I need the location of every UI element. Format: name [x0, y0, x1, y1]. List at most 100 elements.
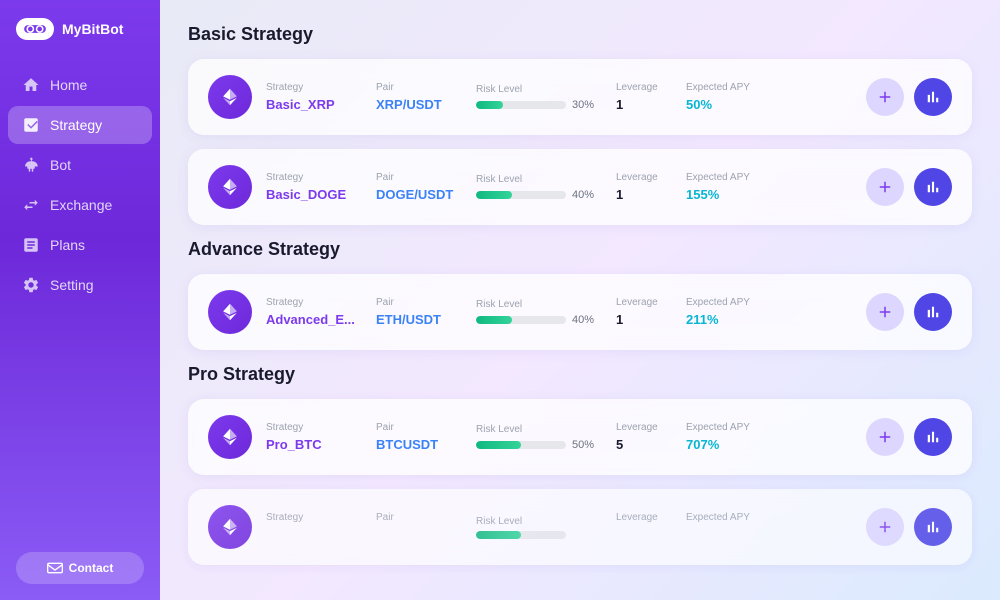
chart-button-pro-2[interactable] [914, 508, 952, 546]
card-actions-basic-doge [866, 168, 952, 206]
strategy-info-pro-btc: Strategy Pro_BTC [266, 422, 376, 452]
sidebar-item-home[interactable]: Home [8, 66, 152, 104]
add-button-advanced-eth[interactable] [866, 293, 904, 331]
card-actions-advanced-eth [866, 293, 952, 331]
card-actions-pro-2 [866, 508, 952, 546]
eth-logo-icon-pro2 [219, 516, 241, 538]
strategy-card-advanced-eth: Strategy Advanced_E... Pair ETH/USDT Ris… [188, 274, 972, 350]
chart-button-basic-doge[interactable] [914, 168, 952, 206]
card-cols-basic-doge: Pair DOGE/USDT Risk Level 40% Leverage 1… [376, 172, 866, 202]
contact-icon [47, 560, 63, 576]
strategy-info-basic-doge: Strategy Basic_DOGE [266, 172, 376, 202]
apy-col-basic-xrp: Expected APY 50% [686, 82, 766, 112]
risk-col-pro-btc: Risk Level 50% [476, 424, 616, 451]
strategy-info-basic-xrp: Strategy Basic_XRP [266, 82, 376, 112]
chart-button-pro-btc[interactable] [914, 418, 952, 456]
sidebar-nav: Home Strategy Bot Exchange [0, 58, 160, 552]
eth-icon-wrap-doge [208, 165, 252, 209]
chart-icon [924, 428, 942, 446]
eth-icon-wrap [208, 75, 252, 119]
chart-icon [924, 518, 942, 536]
sidebar: MyBitBot Home Strategy Bot [0, 0, 160, 600]
plus-icon [876, 428, 894, 446]
eth-icon-wrap-adv [208, 290, 252, 334]
chart-icon [924, 88, 942, 106]
pair-col-basic-xrp: Pair XRP/USDT [376, 82, 476, 112]
basic-strategy-title: Basic Strategy [188, 24, 972, 45]
strategy-card-basic-doge: Strategy Basic_DOGE Pair DOGE/USDT Risk … [188, 149, 972, 225]
bot-icon [22, 156, 40, 174]
add-button-basic-doge[interactable] [866, 168, 904, 206]
plans-icon [22, 236, 40, 254]
risk-col-advanced-eth: Risk Level 40% [476, 299, 616, 326]
risk-bar-basic-doge: 40% [476, 189, 616, 201]
plus-icon [876, 518, 894, 536]
leverage-col-basic-xrp: Leverage 1 [616, 82, 686, 112]
sidebar-item-setting[interactable]: Setting [8, 266, 152, 304]
sidebar-item-plans[interactable]: Plans [8, 226, 152, 264]
strategy-info-pro-2: Strategy [266, 512, 376, 542]
card-actions-pro-btc [866, 418, 952, 456]
progress-bg [476, 316, 566, 324]
advance-strategy-title: Advance Strategy [188, 239, 972, 260]
sidebar-item-exchange[interactable]: Exchange [8, 186, 152, 224]
chart-icon [924, 178, 942, 196]
leverage-col-basic-doge: Leverage 1 [616, 172, 686, 202]
strategy-icon [22, 116, 40, 134]
home-icon [22, 76, 40, 94]
strategy-card-basic-xrp: Strategy Basic_XRP Pair XRP/USDT Risk Le… [188, 59, 972, 135]
chart-button-basic-xrp[interactable] [914, 78, 952, 116]
add-button-pro-btc[interactable] [866, 418, 904, 456]
pair-col-basic-doge: Pair DOGE/USDT [376, 172, 476, 202]
progress-fill [476, 101, 503, 109]
strategy-info-advanced-eth: Strategy Advanced_E... [266, 297, 376, 327]
card-actions-basic-xrp [866, 78, 952, 116]
eth-logo-icon-adv [219, 301, 241, 323]
main-content: Basic Strategy Strategy Basic_XRP Pair X… [160, 0, 1000, 600]
progress-bg [476, 441, 566, 449]
progress-bg [476, 191, 566, 199]
leverage-col-pro-btc: Leverage 5 [616, 422, 686, 452]
chart-icon [924, 303, 942, 321]
leverage-col-advanced-eth: Leverage 1 [616, 297, 686, 327]
pair-col-pro-2: Pair [376, 512, 476, 542]
progress-fill [476, 441, 521, 449]
logo-icon [16, 18, 54, 40]
add-button-pro-2[interactable] [866, 508, 904, 546]
plus-icon [876, 178, 894, 196]
apy-col-pro-btc: Expected APY 707% [686, 422, 766, 452]
sidebar-item-bot[interactable]: Bot [8, 146, 152, 184]
eth-logo-icon [219, 86, 241, 108]
risk-bar-pro-2 [476, 531, 616, 539]
apy-col-advanced-eth: Expected APY 211% [686, 297, 766, 327]
risk-bar-pro-btc: 50% [476, 439, 616, 451]
card-cols-basic-xrp: Pair XRP/USDT Risk Level 30% Leverage 1 … [376, 82, 866, 112]
strategy-card-pro-btc: Strategy Pro_BTC Pair BTCUSDT Risk Level… [188, 399, 972, 475]
sidebar-item-strategy[interactable]: Strategy [8, 106, 152, 144]
progress-fill [476, 531, 521, 539]
pro-strategy-title: Pro Strategy [188, 364, 972, 385]
contact-button[interactable]: Contact [16, 552, 144, 584]
strategy-card-pro-2: Strategy Pair Risk Level Leverage [188, 489, 972, 565]
eth-icon-wrap-pro2 [208, 505, 252, 549]
risk-bar-advanced-eth: 40% [476, 314, 616, 326]
eth-logo-icon-doge [219, 176, 241, 198]
progress-fill [476, 316, 512, 324]
pair-col-advanced-eth: Pair ETH/USDT [376, 297, 476, 327]
logo-area: MyBitBot [0, 0, 160, 58]
risk-col-basic-doge: Risk Level 40% [476, 174, 616, 201]
pair-col-pro-btc: Pair BTCUSDT [376, 422, 476, 452]
exchange-icon [22, 196, 40, 214]
progress-bg [476, 101, 566, 109]
card-cols-pro-2: Pair Risk Level Leverage Expected APY [376, 512, 866, 542]
add-button-basic-xrp[interactable] [866, 78, 904, 116]
plus-icon [876, 303, 894, 321]
card-cols-pro-btc: Pair BTCUSDT Risk Level 50% Leverage 5 E… [376, 422, 866, 452]
logo-text: MyBitBot [62, 21, 123, 37]
eth-icon-wrap-pro [208, 415, 252, 459]
chart-button-advanced-eth[interactable] [914, 293, 952, 331]
eth-logo-icon-pro [219, 426, 241, 448]
risk-col-basic-xrp: Risk Level 30% [476, 84, 616, 111]
apy-col-pro-2: Expected APY [686, 512, 766, 542]
progress-fill [476, 191, 512, 199]
